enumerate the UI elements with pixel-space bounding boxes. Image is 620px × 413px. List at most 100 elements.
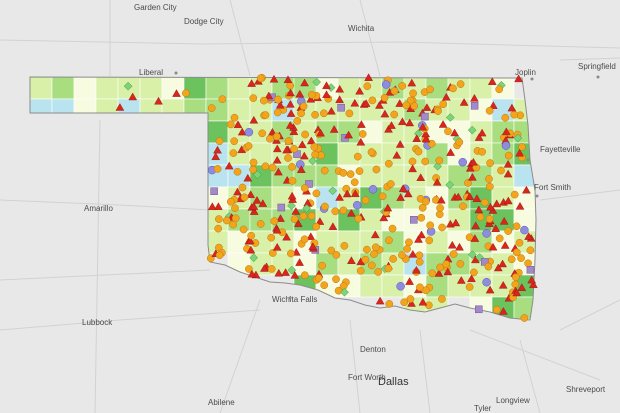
site-circle-marker[interactable] <box>273 108 282 117</box>
site-circle-marker[interactable] <box>356 266 365 275</box>
site-circle-marker[interactable] <box>320 109 328 118</box>
site-circle-marker[interactable] <box>350 178 359 187</box>
site-circle-marker[interactable] <box>207 104 216 112</box>
site-circle-marker[interactable] <box>520 314 529 322</box>
site-circle-marker[interactable] <box>384 264 393 273</box>
site-circle-marker[interactable] <box>434 107 442 115</box>
site-circle-marker[interactable] <box>218 95 227 104</box>
site-circle-marker[interactable] <box>470 268 478 277</box>
site-circle-marker[interactable] <box>511 280 520 289</box>
site-circle-marker[interactable] <box>444 127 452 136</box>
site-circle-marker[interactable] <box>501 113 510 122</box>
site-circle-marker[interactable] <box>414 147 423 156</box>
site-circle-marker[interactable] <box>389 255 397 263</box>
site-circle-marker[interactable] <box>182 89 190 98</box>
site-purple-marker[interactable] <box>381 80 391 89</box>
site-circle-marker[interactable] <box>297 109 305 118</box>
site-circle-marker[interactable] <box>300 184 309 192</box>
site-circle-marker[interactable] <box>215 215 223 223</box>
site-circle-marker[interactable] <box>256 74 265 83</box>
site-circle-marker[interactable] <box>476 213 485 221</box>
site-circle-marker[interactable] <box>355 167 364 175</box>
site-circle-marker[interactable] <box>230 137 239 146</box>
site-circle-marker[interactable] <box>388 224 397 233</box>
site-circle-marker[interactable] <box>485 215 494 223</box>
site-circle-marker[interactable] <box>256 220 265 228</box>
site-circle-marker[interactable] <box>421 197 430 206</box>
site-circle-marker[interactable] <box>231 214 240 223</box>
site-circle-marker[interactable] <box>492 305 501 314</box>
site-circle-marker[interactable] <box>390 110 399 119</box>
site-circle-marker[interactable] <box>215 251 224 260</box>
site-circle-marker[interactable] <box>249 94 258 102</box>
site-circle-marker[interactable] <box>439 100 448 109</box>
site-circle-marker[interactable] <box>222 216 231 225</box>
site-circle-marker[interactable] <box>504 151 513 160</box>
site-circle-marker[interactable] <box>371 243 380 252</box>
site-circle-marker[interactable] <box>403 245 411 253</box>
site-circle-marker[interactable] <box>270 217 279 225</box>
site-circle-marker[interactable] <box>229 149 238 157</box>
site-circle-marker[interactable] <box>339 206 348 215</box>
site-circle-marker[interactable] <box>331 207 340 216</box>
site-circle-marker[interactable] <box>299 212 308 220</box>
site-circle-marker[interactable] <box>320 166 329 175</box>
site-purple-marker[interactable] <box>244 127 254 137</box>
site-circle-marker[interactable] <box>318 261 327 270</box>
site-circle-marker[interactable] <box>512 222 521 231</box>
site-circle-marker[interactable] <box>512 248 521 257</box>
site-circle-marker[interactable] <box>449 250 458 258</box>
site-square-marker[interactable] <box>526 266 535 274</box>
site-circle-marker[interactable] <box>258 129 267 138</box>
site-circle-marker[interactable] <box>320 281 329 290</box>
site-purple-marker[interactable] <box>396 282 405 291</box>
site-purple-marker[interactable] <box>501 141 511 150</box>
site-circle-marker[interactable] <box>456 260 465 268</box>
site-circle-marker[interactable] <box>361 196 370 205</box>
site-circle-marker[interactable] <box>354 214 363 223</box>
site-circle-marker[interactable] <box>417 213 426 222</box>
site-circle-marker[interactable] <box>339 169 348 177</box>
site-circle-marker[interactable] <box>428 269 437 278</box>
site-circle-marker[interactable] <box>455 138 464 147</box>
site-circle-marker[interactable] <box>299 102 308 111</box>
site-square-marker[interactable] <box>421 112 429 121</box>
site-circle-marker[interactable] <box>398 251 406 259</box>
site-circle-marker[interactable] <box>405 238 413 247</box>
site-circle-marker[interactable] <box>372 165 381 174</box>
site-circle-marker[interactable] <box>449 84 457 93</box>
site-circle-marker[interactable] <box>267 265 276 273</box>
site-square-marker[interactable] <box>470 102 479 110</box>
site-square-marker[interactable] <box>277 203 286 212</box>
site-circle-marker[interactable] <box>385 300 394 308</box>
site-circle-marker[interactable] <box>367 261 376 270</box>
site-circle-marker[interactable] <box>425 236 434 245</box>
site-circle-marker[interactable] <box>310 143 319 151</box>
site-circle-marker[interactable] <box>240 193 249 202</box>
site-circle-marker[interactable] <box>390 87 399 95</box>
site-circle-marker[interactable] <box>340 241 349 250</box>
site-circle-marker[interactable] <box>268 163 277 172</box>
site-circle-marker[interactable] <box>484 262 493 271</box>
site-circle-marker[interactable] <box>346 170 355 178</box>
site-circle-marker[interactable] <box>233 167 242 176</box>
map-canvas[interactable]: Garden City Dodge City Wichita Liberal J… <box>0 0 620 413</box>
site-circle-marker[interactable] <box>384 159 393 168</box>
site-circle-marker[interactable] <box>416 283 424 292</box>
site-circle-marker[interactable] <box>286 81 295 90</box>
site-purple-marker[interactable] <box>482 277 491 287</box>
site-purple-marker[interactable] <box>458 157 467 167</box>
site-circle-marker[interactable] <box>510 190 519 199</box>
site-circle-marker[interactable] <box>345 109 354 118</box>
site-circle-marker[interactable] <box>408 157 417 166</box>
site-circle-marker[interactable] <box>486 159 494 167</box>
site-square-marker[interactable] <box>337 103 345 112</box>
site-circle-marker[interactable] <box>214 224 223 233</box>
site-circle-marker[interactable] <box>402 101 411 110</box>
site-circle-marker[interactable] <box>504 227 513 235</box>
site-circle-marker[interactable] <box>332 275 340 284</box>
site-circle-marker[interactable] <box>438 223 446 232</box>
site-circle-marker[interactable] <box>301 130 309 139</box>
site-circle-marker[interactable] <box>274 95 282 104</box>
site-circle-marker[interactable] <box>266 134 274 143</box>
